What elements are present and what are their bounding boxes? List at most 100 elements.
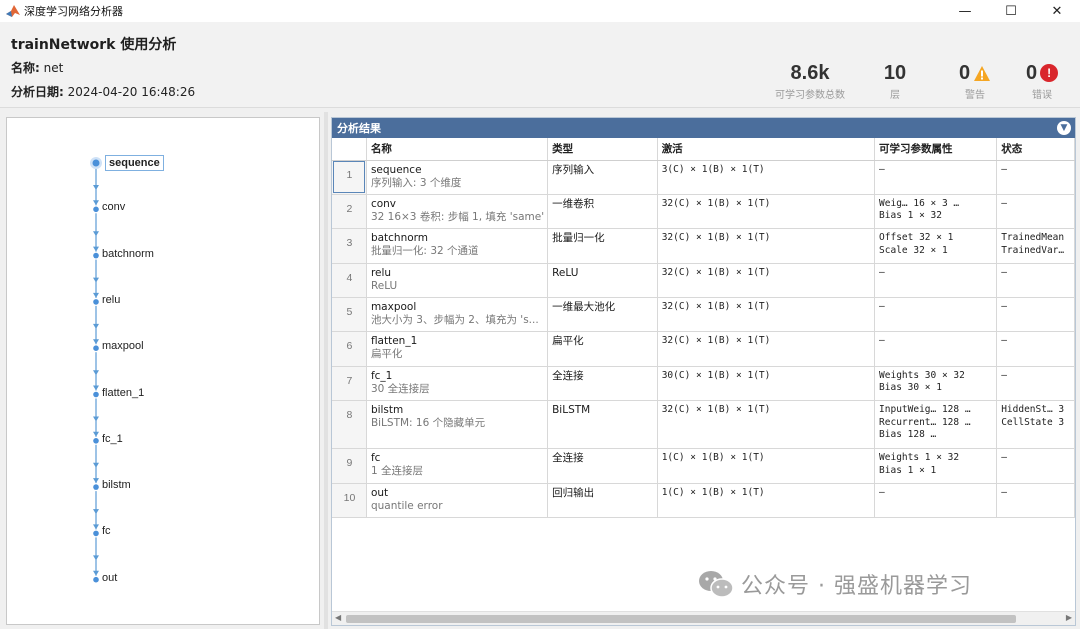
results-panel-header: 分析结果 ▼ — [332, 118, 1075, 138]
state-entry: – — [1001, 369, 1007, 381]
state-entry: – — [1001, 452, 1007, 464]
state-entry: – — [1001, 197, 1007, 209]
layer-description: 扁平化 — [370, 348, 403, 361]
layer-type-cell: BiLSTM — [547, 400, 658, 450]
state-entry: – — [1001, 335, 1007, 347]
layer-type: BiLSTM — [552, 404, 591, 417]
learnable-entry: InputWeig… 128 … — [879, 404, 971, 416]
watermark: 公众号 · 强盛机器学习 — [697, 568, 972, 600]
graph-node-label[interactable]: maxpool — [102, 340, 144, 352]
graph-node[interactable] — [93, 299, 99, 305]
edge-arrow-icon — [93, 385, 99, 391]
layers-label: 层 — [890, 90, 900, 101]
activation-cell: 32(C) × 1(B) × 1(T) — [657, 228, 876, 264]
graph-node-label[interactable]: flatten_1 — [102, 387, 144, 399]
layer-description: 池大小为 3、步幅为 2、填充为 's... — [370, 314, 539, 327]
edge-arrow-icon — [93, 246, 99, 252]
column-header[interactable]: 类型 — [547, 138, 658, 161]
scroll-left-icon[interactable]: ◀ — [335, 613, 341, 622]
params-count: 8.6k — [790, 62, 830, 84]
panel-splitter[interactable] — [324, 112, 328, 629]
graph-node-label[interactable]: fc_1 — [102, 433, 123, 445]
graph-node-label[interactable]: out — [102, 572, 117, 584]
layer-type: 扁平化 — [552, 335, 584, 348]
date-value: 2024-04-20 16:48:26 — [67, 85, 196, 99]
activation-cell: 3(C) × 1(B) × 1(T) — [657, 160, 876, 195]
warnings-count: 0 — [958, 62, 971, 84]
network-graph-panel[interactable]: sequence conv batchnorm relu maxpool flatten_… — [6, 117, 320, 625]
horizontal-scrollbar[interactable]: ◀ ▶ — [332, 611, 1075, 625]
table-row[interactable]: 1 sequence 序列输入: 3 个维度 序列输入 3(C) × 1(B) × 1(… — [332, 160, 1075, 195]
layer-description: 1 全连接层 — [370, 465, 423, 478]
graph-node[interactable] — [93, 252, 99, 259]
table-row[interactable]: 4 relu ReLU ReLU 32(C) × 1(B) × 1(T) – – — [332, 263, 1075, 299]
table-row[interactable]: 10 out quantile error 回归输出 1(C) × 1(B) × 1(T… — [332, 483, 1075, 519]
stat-params: 8.6k 可学习参数总数 — [770, 62, 850, 101]
layer-name: sequence — [370, 163, 422, 176]
learnables-cell: Weights 1 × 32 Bias 1 × 1 — [874, 448, 998, 484]
graph-node-label[interactable]: batchnorm — [102, 248, 154, 260]
column-header[interactable] — [332, 138, 367, 161]
column-header[interactable]: 状态 — [996, 138, 1075, 161]
layer-name-cell: sequence 序列输入: 3 个维度 — [366, 160, 549, 195]
graph-node[interactable] — [93, 530, 99, 537]
stat-warnings[interactable]: 0 警告 — [950, 62, 1000, 101]
table-row[interactable]: 6 flatten_1 扁平化 扁平化 32(C) × 1(B) × 1(T) – – — [332, 331, 1075, 367]
edge-arrow-icon — [93, 431, 99, 437]
graph-node[interactable] — [93, 438, 99, 444]
layer-type: 回归输出 — [552, 486, 595, 499]
edge-arrow-icon — [93, 200, 99, 206]
scroll-right-icon[interactable]: ▶ — [1066, 613, 1072, 622]
layer-type-cell: 批量归一化 — [547, 228, 658, 264]
layer-name: bilstm — [370, 404, 404, 417]
layer-name-cell: out quantile error — [366, 483, 549, 519]
edge-arrow-icon — [93, 323, 99, 329]
edge-arrow-icon — [93, 292, 99, 298]
layer-name-cell: fc 1 全连接层 — [366, 448, 549, 484]
minimize-button[interactable]: — — [942, 0, 988, 22]
graph-node[interactable] — [92, 159, 100, 167]
table-row[interactable]: 3 batchnorm 批量归一化: 32 个通道 批量归一化 32(C) × 1(B)… — [332, 228, 1075, 264]
network-name: 名称: net — [11, 59, 63, 76]
graph-node-label[interactable]: sequence — [105, 155, 164, 171]
row-index: 3 — [332, 228, 367, 264]
column-header[interactable]: 可学习参数属性 — [874, 138, 998, 161]
activation-size: 32(C) × 1(B) × 1(T) — [661, 404, 771, 416]
window-title: 深度学习网络分析器 — [24, 5, 123, 18]
collapse-chevron-icon[interactable]: ▼ — [1057, 121, 1071, 135]
table-row[interactable]: 7 fc_1 30 全连接层 全连接 30(C) × 1(B) × 1(T) Weight… — [332, 366, 1075, 402]
layers-count: 10 — [883, 62, 907, 84]
graph-node[interactable] — [93, 576, 99, 583]
graph-node-label[interactable]: bilstm — [102, 479, 131, 491]
activation-cell: 32(C) × 1(B) × 1(T) — [657, 400, 876, 450]
row-index: 6 — [332, 331, 367, 367]
learnable-entry: Weights 1 × 32 — [879, 452, 960, 464]
edge-arrow-icon — [93, 509, 99, 515]
table-header-row: 名称 类型 激活 可学习参数属性 状态 — [332, 138, 1075, 161]
learnables-cell: – — [874, 160, 998, 195]
table-row[interactable]: 2 conv 32 16×3 卷积: 步幅 1, 填充 'same' 一维卷积 32(C… — [332, 194, 1075, 230]
warnings-label: 警告 — [965, 90, 985, 101]
layer-type: 全连接 — [552, 369, 584, 382]
graph-node[interactable] — [93, 484, 99, 490]
learnable-entry: – — [879, 266, 885, 278]
state-cell: – — [996, 194, 1075, 230]
graph-node-label[interactable]: relu — [102, 294, 120, 306]
graph-node-label[interactable]: conv — [102, 201, 125, 213]
table-row[interactable]: 9 fc 1 全连接层 全连接 1(C) × 1(B) × 1(T) Weights 1 … — [332, 448, 1075, 484]
graph-node[interactable] — [93, 345, 99, 351]
results-panel-title: 分析结果 — [337, 122, 381, 135]
table-row[interactable]: 5 maxpool 池大小为 3、步幅为 2、填充为 's... 一维最大池化 32(C… — [332, 297, 1075, 333]
table-row[interactable]: 8 bilstm BiLSTM: 16 个隐藏单元 BiLSTM 32(C) × 1(B… — [332, 400, 1075, 450]
close-button[interactable]: ✕ — [1034, 0, 1080, 22]
graph-node-label[interactable]: fc — [102, 525, 111, 537]
graph-node[interactable] — [93, 206, 99, 213]
stat-errors[interactable]: 0 ! 错误 — [1017, 62, 1067, 101]
row-index: 1 — [332, 160, 367, 195]
column-header[interactable]: 激活 — [657, 138, 876, 161]
graph-node[interactable] — [93, 391, 99, 398]
maximize-button[interactable]: ☐ — [988, 0, 1034, 22]
state-entry: – — [1001, 486, 1007, 498]
column-header[interactable]: 名称 — [366, 138, 549, 161]
scrollbar-thumb[interactable] — [346, 615, 1016, 623]
